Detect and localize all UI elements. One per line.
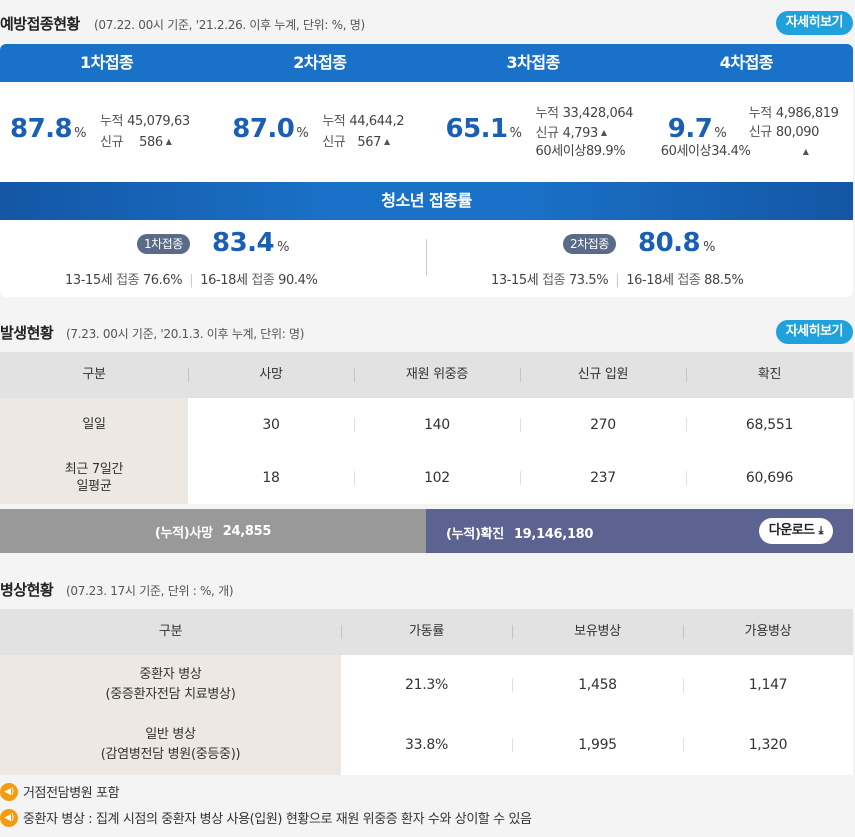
column-header: 재원 위중증 [354, 352, 520, 398]
row-header: 일일 [0, 398, 188, 451]
outbreak-table-header: 구분 사망 재원 위중증 신규 입원 확진 [0, 352, 853, 398]
outbreak-note: (7.23. 00시 기준, '20.1.3. 이후 누계, 단위: 명) [66, 327, 305, 341]
table-cell: 140 [354, 398, 520, 451]
outbreak-title: 발생현황 [0, 324, 54, 342]
outbreak-more-button[interactable]: 자세히보기 [775, 320, 853, 344]
teen-dose1-rate: 83.4% [212, 228, 290, 258]
dose4-cell: 9.7% 누적 4,986,819 신규 80,090 60세이상34.4% ▲ [640, 82, 853, 182]
teen-dose1-pill: 1차접종 [137, 234, 190, 254]
up-triangle-icon: ▲ [600, 128, 607, 137]
teen-title: 청소년 접종률 [0, 182, 853, 220]
dose3-cell: 65.1% 누적 33,428,064 신규 4,793 ▲ 60세이상89.9% [427, 82, 640, 182]
table-cell: 102 [354, 451, 520, 504]
teen-dose2-pill: 2차접종 [563, 234, 616, 254]
table-cell: 30 [262, 416, 280, 433]
table-cell: 270 [520, 398, 686, 451]
column-header: 구분 [82, 367, 106, 382]
dose4-cumulative: 누적 4,986,819 [748, 106, 839, 121]
dose2-new: 신규 567 ▲ [322, 135, 390, 150]
dose1-rate: 87.8% [10, 114, 87, 144]
dose-tab-bar: 1차접종 2차접종 3차접종 4차접종 [0, 44, 853, 82]
table-cell: 21.3% [405, 677, 448, 693]
up-triangle-icon: ▲ [384, 137, 390, 146]
dose4-over60: 60세이상34.4% [660, 144, 751, 159]
outbreak-table: 구분 사망 재원 위중증 신규 입원 확진 일일 30 140 270 68,5… [0, 352, 853, 504]
dose4-new: 신규 80,090 [748, 125, 820, 140]
footnote: ◀) 거점전담병원 포함 [0, 782, 120, 801]
dose2-rate: 87.0% [232, 114, 309, 144]
speaker-icon: ◀) [0, 808, 18, 827]
row-header: 중환자 병상 (중증환자전담 치료병상) [0, 655, 341, 715]
column-header: 보유병상 [512, 609, 683, 655]
column-header: 확진 [686, 352, 853, 398]
teen-dose2-breakdown: 13-15세 접종 73.5% | 16-18세 접종 88.5% [491, 273, 744, 288]
table-cell: 18 [262, 469, 280, 486]
dose2-heading: 2차접종 [293, 53, 347, 72]
speaker-icon: ◀) [0, 782, 18, 801]
teen-stats: 1차접종 83.4% 13-15세 접종 76.6% | 16-18세 접종 90.… [0, 220, 853, 297]
outbreak-header: 발생현황 (7.23. 00시 기준, '20.1.3. 이후 누계, 단위: … [0, 316, 855, 346]
dose4-up-indicator: ▲ [800, 142, 809, 162]
table-cell: 1,320 [683, 715, 853, 775]
beds-table: 구분 가동률 보유병상 가용병상 중환자 병상 (중증환자전담 치료병상) 21… [0, 609, 853, 775]
dose-stats: 87.8% 누적 45,079,63 신규 586 ▲ 87.0% 누적 44,644,… [0, 82, 853, 182]
table-row: 중환자 병상 (중증환자전담 치료병상) 21.3% 1,458 1,147 [0, 655, 853, 715]
dose1-cumulative: 누적 45,079,63 [100, 114, 190, 129]
table-cell: 1,995 [512, 715, 683, 775]
table-cell: 1,458 [512, 655, 683, 715]
dose3-new: 신규 4,793 ▲ [535, 126, 607, 141]
table-row: 최근 7일간 일평균 18 102 237 60,696 [0, 451, 853, 504]
vaccination-more-button[interactable]: 자세히보기 [775, 11, 853, 35]
beds-title: 병상현황 [0, 581, 54, 599]
beds-table-header: 구분 가동률 보유병상 가용병상 [0, 609, 853, 655]
column-header: 가용병상 [683, 609, 853, 655]
table-cell: 237 [520, 451, 686, 504]
vaccination-panel: 1차접종 2차접종 3차접종 4차접종 87.8% 누적 45,079,63 신규… [0, 44, 853, 297]
column-header: 사망 [188, 352, 354, 398]
vaccination-header: 예방접종현황 (07.22. 00시 기준, '21.2.26. 이후 누계, … [0, 7, 855, 37]
dose4-heading: 4차접종 [719, 53, 774, 72]
dose3-heading: 3차접종 [506, 53, 560, 72]
table-cell: 68,551 [686, 398, 853, 451]
column-header: 구분 [158, 624, 183, 639]
dose1-new: 신규 586 ▲ [100, 135, 172, 150]
footnote: ◀) 중환자 병상 : 집계 시점의 중환자 병상 사용(입원) 현황으로 재원 … [0, 808, 532, 827]
download-button[interactable]: 다운로드 ⤓ [758, 518, 833, 544]
vaccination-title: 예방접종현황 [0, 15, 80, 33]
column-header: 가동률 [341, 609, 512, 655]
row-header: 일반 병상 (감염병전담 병원(중등중)) [0, 715, 341, 775]
teen-dose1: 1차접종 83.4% 13-15세 접종 76.6% | 16-18세 접종 90.… [0, 220, 426, 297]
dose3-over60: 60세이상89.9% [535, 144, 626, 159]
dose3-cumulative: 누적 33,428,064 [535, 106, 634, 121]
table-row: 일반 병상 (감염병전담 병원(중등중)) 33.8% 1,995 1,320 [0, 715, 853, 775]
teen-dose2-rate: 80.8% [638, 228, 716, 258]
vaccination-note: (07.22. 00시 기준, '21.2.26. 이후 누계, 단위: %, … [94, 18, 365, 32]
table-cell: 60,696 [686, 451, 853, 504]
table-row: 일일 30 140 270 68,551 [0, 398, 853, 451]
cumulative-confirmed: (누적)확진 19,146,180 다운로드 ⤓ [426, 509, 853, 553]
download-icon: ⤓ [818, 524, 824, 537]
table-cell: 33.8% [405, 737, 448, 753]
dose4-rate: 9.7% [667, 114, 727, 144]
row-header: 최근 7일간 일평균 [0, 451, 188, 504]
dose1-cell: 87.8% 누적 45,079,63 신규 586 ▲ [0, 82, 213, 182]
table-cell: 1,147 [683, 655, 853, 715]
cumulative-bar: (누적)사망 24,855 (누적)확진 19,146,180 다운로드 ⤓ [0, 509, 853, 553]
dose1-heading: 1차접종 [79, 53, 134, 72]
beds-note: (07.23. 17시 기준, 단위 : %, 개) [66, 584, 234, 598]
up-triangle-icon: ▲ [802, 147, 809, 156]
dose2-cell: 87.0% 누적 44,644,2 신규 567 ▲ [213, 82, 426, 182]
column-header: 신규 입원 [520, 352, 686, 398]
beds-header: 병상현황 (07.23. 17시 기준, 단위 : %, 개) [0, 573, 855, 603]
dose3-rate: 65.1% [445, 114, 523, 144]
up-triangle-icon: ▲ [165, 137, 172, 146]
dose2-cumulative: 누적 44,644,2 [322, 114, 405, 129]
cumulative-deaths: (누적)사망 24,855 [0, 509, 426, 553]
teen-dose1-breakdown: 13-15세 접종 76.6% | 16-18세 접종 90.4% [65, 273, 318, 288]
teen-dose2: 2차접종 80.8% 13-15세 접종 73.5% | 16-18세 접종 88.… [426, 220, 853, 297]
